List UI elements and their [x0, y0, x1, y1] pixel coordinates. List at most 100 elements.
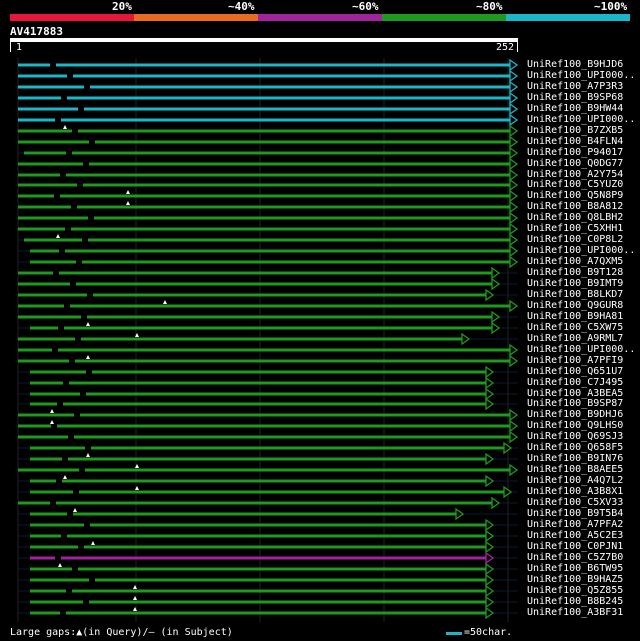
hit-end-arrow	[485, 387, 495, 401]
hit-label[interactable]: UniRef100_Q651U7	[527, 366, 623, 377]
hit-label[interactable]: UniRef100_A7P3R3	[527, 81, 623, 92]
hit-label[interactable]: UniRef100_A3BF31	[527, 607, 623, 618]
query-gap-marker	[86, 453, 90, 457]
hit-label[interactable]: UniRef100_A7QXM5	[527, 256, 623, 267]
hit-label[interactable]: UniRef100_C5YUZ0	[527, 179, 623, 190]
hit-label[interactable]: UniRef100_B9IN76	[527, 453, 623, 464]
hit-end-arrow	[509, 255, 519, 269]
hit-end-arrow	[509, 354, 519, 368]
hit-end-arrow	[509, 419, 519, 433]
query-gap-marker	[86, 322, 90, 326]
hit-end-arrow	[491, 321, 501, 335]
hit-label[interactable]: UniRef100_A9RML7	[527, 333, 623, 344]
hit-label[interactable]: UniRef100_B8AEE5	[527, 464, 623, 475]
hit-end-arrow	[491, 310, 501, 324]
hit-label[interactable]: UniRef100_B9HW44	[527, 103, 623, 114]
hit-end-arrow	[485, 595, 495, 609]
hit-end-arrow	[485, 376, 495, 390]
query-gap-marker	[58, 563, 62, 567]
query-gap-marker	[50, 420, 54, 424]
hit-end-arrow	[485, 529, 495, 543]
hit-label[interactable]: UniRef100_B9HJD6	[527, 59, 623, 70]
hit-label[interactable]: UniRef100_C5Z7B0	[527, 552, 623, 563]
hit-label[interactable]: UniRef100_C5XV33	[527, 497, 623, 508]
hit-label[interactable]: UniRef100_B8A812	[527, 201, 623, 212]
hit-label[interactable]: UniRef100_A7PFA2	[527, 519, 623, 530]
hit-label[interactable]: UniRef100_UPI000..	[527, 114, 635, 125]
hit-end-arrow	[485, 573, 495, 587]
hit-end-arrow	[509, 102, 519, 116]
hit-label[interactable]: UniRef100_P94017	[527, 147, 623, 158]
query-gap-marker	[86, 355, 90, 359]
hit-label[interactable]: UniRef100_B9DHJ6	[527, 409, 623, 420]
hit-label[interactable]: UniRef100_UPI000..	[527, 245, 635, 256]
query-gap-marker	[56, 234, 60, 238]
hit-end-arrow	[485, 288, 495, 302]
hit-label[interactable]: UniRef100_B9HAZ5	[527, 574, 623, 585]
hit-label[interactable]: UniRef100_A4Q7L2	[527, 475, 623, 486]
hit-end-arrow	[509, 178, 519, 192]
hit-end-arrow	[509, 408, 519, 422]
hit-label[interactable]: UniRef100_Q5N8P9	[527, 190, 623, 201]
hit-label[interactable]: UniRef100_UPI000..	[527, 70, 635, 81]
hit-label[interactable]: UniRef100_C5XW75	[527, 322, 623, 333]
hit-label[interactable]: UniRef100_Q69SJ3	[527, 431, 623, 442]
hit-end-arrow	[455, 507, 465, 521]
hit-end-arrow	[485, 540, 495, 554]
hit-label[interactable]: UniRef100_Q658F5	[527, 442, 623, 453]
hit-end-arrow	[485, 365, 495, 379]
hit-end-arrow	[485, 397, 495, 411]
hit-end-arrow	[491, 266, 501, 280]
hit-end-arrow	[509, 211, 519, 225]
hit-label[interactable]: UniRef100_Q9LHS0	[527, 420, 623, 431]
hit-label[interactable]: UniRef100_B9SP68	[527, 92, 623, 103]
hit-end-arrow	[509, 80, 519, 94]
hit-end-arrow	[485, 452, 495, 466]
hit-end-arrow	[509, 135, 519, 149]
hit-label[interactable]: UniRef100_Q0DG77	[527, 158, 623, 169]
hit-label[interactable]: UniRef100_B9IMT9	[527, 278, 623, 289]
hit-end-arrow	[509, 157, 519, 171]
hit-label[interactable]: UniRef100_Q5Z855	[527, 585, 623, 596]
hit-label[interactable]: UniRef100_B6TW95	[527, 563, 623, 574]
hit-end-arrow	[461, 332, 471, 346]
hit-label[interactable]: UniRef100_B8LKD7	[527, 289, 623, 300]
query-gap-marker	[91, 541, 95, 545]
hit-end-arrow	[509, 343, 519, 357]
query-gap-marker	[126, 201, 130, 205]
hit-label[interactable]: UniRef100_B7ZXB5	[527, 125, 623, 136]
query-gap-marker	[50, 409, 54, 413]
hit-label[interactable]: UniRef100_A7PFI9	[527, 355, 623, 366]
hit-label[interactable]: UniRef100_Q8LBH2	[527, 212, 623, 223]
hit-label[interactable]: UniRef100_B9T128	[527, 267, 623, 278]
query-gap-marker	[63, 125, 67, 129]
hit-label[interactable]: UniRef100_C7J495	[527, 377, 623, 388]
hit-end-arrow	[509, 200, 519, 214]
hit-label[interactable]: UniRef100_B8B245	[527, 596, 623, 607]
hit-end-arrow	[491, 496, 501, 510]
hit-label[interactable]: UniRef100_B9T5B4	[527, 508, 623, 519]
hit-end-arrow	[509, 113, 519, 127]
query-gap-marker	[63, 475, 67, 479]
scale-text: =50char.	[464, 627, 513, 638]
hit-end-arrow	[491, 277, 501, 291]
hit-label[interactable]: UniRef100_B4FLN4	[527, 136, 623, 147]
hit-label[interactable]: UniRef100_A5C2E3	[527, 530, 623, 541]
scale-bar	[446, 632, 462, 635]
hit-end-arrow	[509, 146, 519, 160]
hit-end-arrow	[509, 69, 519, 83]
hit-label[interactable]: UniRef100_A3B8X1	[527, 486, 623, 497]
hit-label[interactable]: UniRef100_C0PJN1	[527, 541, 623, 552]
hit-end-arrow	[509, 222, 519, 236]
hit-label[interactable]: UniRef100_C5XHH1	[527, 223, 623, 234]
hit-label[interactable]: UniRef100_Q9GUR8	[527, 300, 623, 311]
hit-end-arrow	[509, 244, 519, 258]
hit-label[interactable]: UniRef100_B9SP87	[527, 398, 623, 409]
hit-end-arrow	[509, 430, 519, 444]
hit-label[interactable]: UniRef100_C0P8L2	[527, 234, 623, 245]
hit-label[interactable]: UniRef100_B9HA81	[527, 311, 623, 322]
hit-end-arrow	[509, 168, 519, 182]
hit-end-arrow	[509, 58, 519, 72]
query-gap-marker	[163, 300, 167, 304]
hit-label[interactable]: UniRef100_UPI000..	[527, 344, 635, 355]
